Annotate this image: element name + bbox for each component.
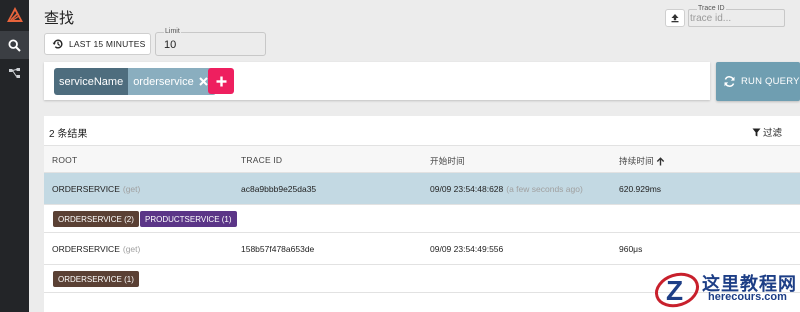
table-row[interactable]: ORDERSERVICE (get) 158b57f478a653de 09/09…	[44, 233, 800, 265]
close-icon	[199, 77, 208, 86]
filter-bar: serviceName orderservice	[44, 62, 710, 100]
results-card: 2 条结果 过滤 ROOT TRACE ID 开始时间 持续时间 ORDERSE…	[44, 116, 800, 312]
results-header: 2 条结果 过滤	[44, 116, 800, 146]
row-trace-id: ac8a9bbb9e25da35	[241, 184, 317, 194]
service-badge: PRODUCTSERVICE (1)	[140, 211, 237, 227]
column-header-duration[interactable]: 持续时间	[619, 155, 665, 167]
column-header-start-time[interactable]: 开始时间	[430, 155, 465, 167]
nav-search[interactable]	[0, 31, 29, 59]
trace-id-field: Trace ID	[688, 5, 785, 27]
add-filter-button[interactable]	[208, 68, 234, 94]
search-icon	[8, 38, 21, 52]
row-root: ORDERSERVICE (get)	[52, 184, 141, 194]
run-query-label: RUN QUERY	[741, 76, 800, 87]
nav-dependencies[interactable]	[0, 59, 29, 87]
time-range-button[interactable]: LAST 15 MINUTES	[44, 33, 151, 55]
time-range-label: LAST 15 MINUTES	[69, 39, 146, 49]
refresh-icon	[724, 76, 735, 87]
filter-chip-value-text: orderservice	[133, 75, 194, 88]
run-query-button[interactable]: RUN QUERY	[716, 62, 800, 101]
limit-input[interactable]	[164, 38, 259, 52]
filter-button-label: 过滤	[763, 128, 783, 139]
row-start-time: 09/09 23:54:48:628 (a few seconds ago)	[430, 184, 583, 194]
results-count: 2 条结果	[49, 129, 88, 140]
service-badges: ORDERSERVICE (1)	[44, 265, 800, 293]
limit-label: Limit	[164, 28, 181, 36]
limit-field: Limit	[155, 28, 266, 56]
service-badge: ORDERSERVICE (1)	[53, 271, 139, 287]
row-duration: 960μs	[619, 244, 643, 254]
upload-button[interactable]	[665, 9, 685, 27]
table-header: ROOT TRACE ID 开始时间 持续时间	[44, 146, 800, 173]
plus-icon	[216, 76, 226, 86]
filter-chip-value: orderservice	[128, 68, 216, 95]
trace-id-input[interactable]	[690, 12, 782, 25]
page-title: 查找	[44, 10, 75, 27]
dependencies-icon	[9, 67, 20, 78]
row-trace-id: 158b57f478a653de	[241, 244, 315, 254]
upload-icon	[671, 14, 679, 23]
column-header-trace-id[interactable]: TRACE ID	[241, 155, 282, 165]
history-icon	[52, 39, 63, 49]
filter-icon	[752, 128, 761, 136]
zipkin-logo-icon[interactable]	[0, 0, 29, 30]
service-badges: ORDERSERVICE (2) PRODUCTSERVICE (1)	[44, 205, 800, 233]
filter-button[interactable]: 过滤	[752, 125, 782, 139]
row-start-time: 09/09 23:54:49:556	[430, 244, 504, 254]
column-header-root[interactable]: ROOT	[52, 155, 77, 165]
row-duration: 620.929ms	[619, 184, 662, 194]
filter-chip[interactable]: serviceName orderservice	[54, 68, 216, 95]
service-badge: ORDERSERVICE (2)	[53, 211, 139, 227]
row-root: ORDERSERVICE (get)	[52, 244, 141, 254]
arrow-up-icon	[656, 156, 665, 165]
table-row[interactable]: ORDERSERVICE (get) ac8a9bbb9e25da35 09/09…	[44, 173, 800, 205]
filter-chip-key: serviceName	[54, 68, 129, 95]
side-nav	[0, 0, 29, 312]
